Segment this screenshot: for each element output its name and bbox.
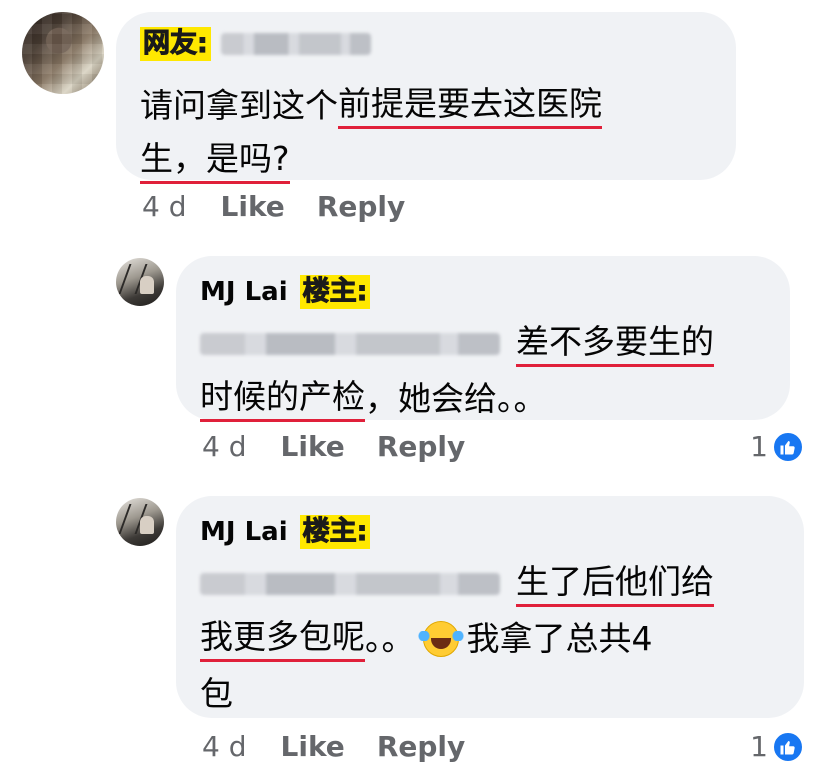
reply-text-underlined: 差不多要生的 (516, 320, 714, 367)
comment-timestamp[interactable]: 4 d (142, 190, 187, 223)
reply-text-underlined: 生了后他们给 (516, 560, 714, 607)
reply-author-name[interactable]: MJ Lai (200, 517, 288, 547)
reply-timestamp[interactable]: 4 d (202, 730, 247, 763)
reply-author-avatar[interactable] (116, 498, 164, 546)
blurred-mention[interactable] (200, 332, 500, 355)
like-button[interactable]: Like (281, 730, 345, 763)
like-button[interactable]: Like (281, 430, 345, 463)
op-tag: 楼主: (299, 275, 371, 309)
reply-author-name[interactable]: MJ Lai (200, 277, 288, 307)
reply-text: 差不多要生的 时候的产检 ，她会给。。 (200, 316, 714, 426)
reply-text-underlined: 时候的产检 (200, 375, 365, 422)
thumbs-up-icon (772, 430, 804, 463)
reply-button[interactable]: Reply (317, 190, 405, 223)
reply-header: MJ Lai 楼主: (200, 512, 371, 552)
reply-bubble: MJ Lai 楼主: 差不多要生的 时候的产检 ，她会给。。 (176, 256, 790, 422)
reply-text-part: 包 (200, 674, 233, 713)
reply-timestamp[interactable]: 4 d (202, 430, 247, 463)
netizen-tag: 网友: (140, 27, 211, 61)
blurred-commenter-name[interactable] (220, 33, 371, 55)
like-button[interactable]: Like (221, 190, 285, 223)
reply-actions: 4 d Like Reply (202, 430, 497, 463)
comment-actions: 4 d Like Reply (142, 190, 437, 223)
op-tag: 楼主: (299, 515, 371, 549)
comment-bubble: 网友: 请问拿到这个 前提是要去这医院 生，是吗? (116, 12, 736, 184)
reply-text-part: ，她会给。。 (365, 379, 547, 418)
reaction-count[interactable]: 1 (750, 730, 804, 763)
reply-text-part: 。。 (365, 619, 415, 658)
like-count: 1 (750, 430, 768, 463)
reply-button[interactable]: Reply (377, 430, 465, 463)
reply-text-underlined: 我更多包呢 (200, 615, 365, 662)
comment-header: 网友: (140, 24, 371, 64)
reply-header: MJ Lai 楼主: (200, 272, 371, 312)
reply-text: 生了后他们给 我更多包呢 。。 我拿了总共4 包 (200, 556, 714, 721)
comment-text-part: 请问拿到这个 (140, 86, 338, 125)
reply-actions: 4 d Like Reply (202, 730, 497, 763)
blurred-mention[interactable] (200, 572, 500, 595)
reply-author-avatar[interactable] (116, 258, 164, 306)
reply-text-part: 我拿了总共4 (466, 619, 653, 658)
comment-text-underlined: 前提是要去这医院 (338, 82, 602, 129)
reply-button[interactable]: Reply (377, 730, 465, 763)
face-with-tears-of-joy-icon (417, 620, 464, 657)
like-count: 1 (750, 730, 768, 763)
reaction-count[interactable]: 1 (750, 430, 804, 463)
thumbs-up-icon (772, 730, 804, 763)
commenter-avatar[interactable] (22, 12, 104, 94)
comment-text-underlined: 生，是吗? (140, 137, 290, 184)
reply-bubble: MJ Lai 楼主: 生了后他们给 我更多包呢 。。 我拿了总共4 包 (176, 496, 804, 718)
comment-text: 请问拿到这个 前提是要去这医院 生，是吗? (140, 78, 602, 188)
